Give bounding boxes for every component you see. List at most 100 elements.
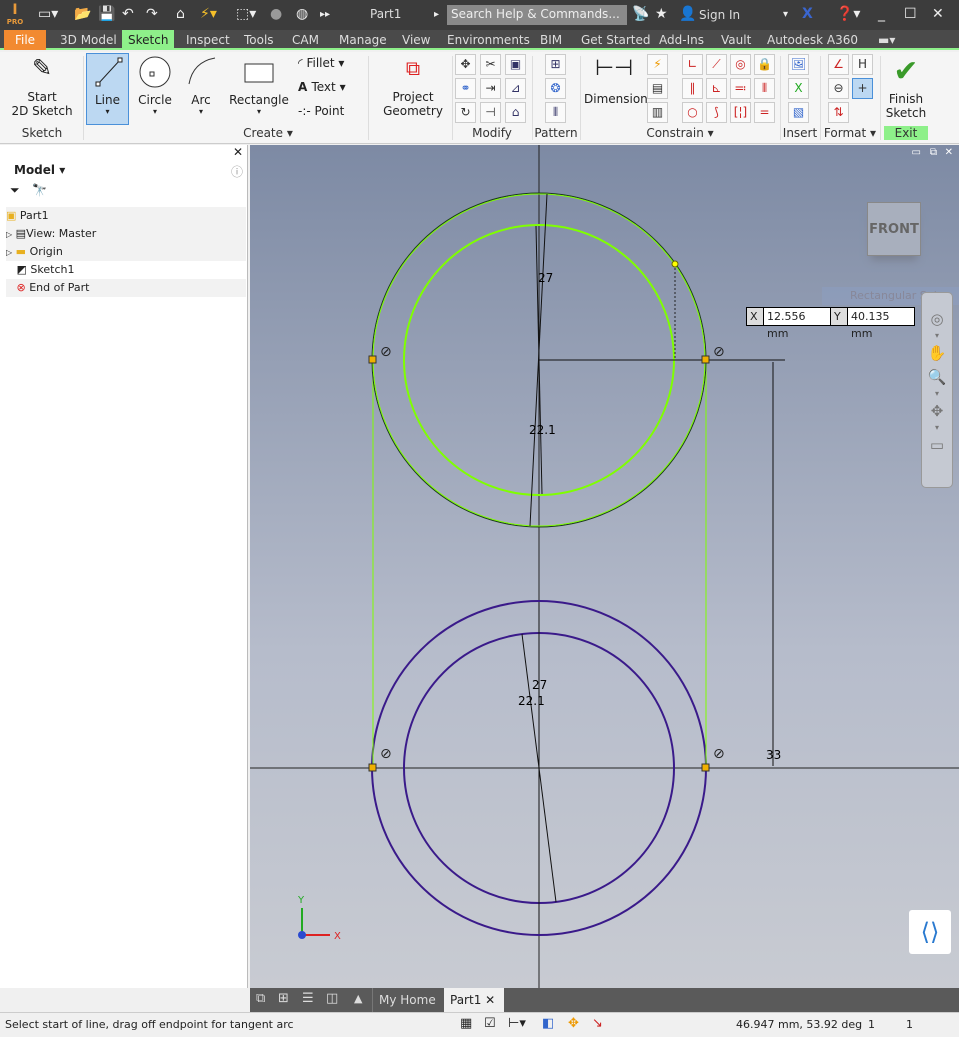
steering-wheel-icon[interactable]: ◎ xyxy=(922,307,952,331)
sign-in-dropdown-icon[interactable]: ▾ xyxy=(783,9,788,20)
maximize-icon[interactable]: ☐ xyxy=(904,6,917,22)
communication-icon[interactable]: 📡 xyxy=(632,6,649,22)
autodesk-app-store-icon[interactable]: X xyxy=(802,6,813,22)
orbit-icon[interactable]: ✥ xyxy=(922,399,952,423)
acad-icon[interactable]: ▧ xyxy=(788,102,809,123)
zoom-icon[interactable]: 🔍 xyxy=(922,365,952,389)
user-icon[interactable]: 👤 xyxy=(679,6,696,22)
browser-title[interactable]: Model ▾ xyxy=(14,163,65,177)
text-button[interactable]: A Text ▾ xyxy=(298,80,346,94)
perpendicular-icon[interactable]: ⊾ xyxy=(706,78,727,99)
expand-arrow-icon[interactable]: ▸ xyxy=(434,9,439,20)
tree-item-origin[interactable]: ▷ ▬ Origin xyxy=(6,243,246,261)
horizontal-icon[interactable]: ≕ xyxy=(730,78,751,99)
slice-graphics-icon[interactable]: ◧ xyxy=(542,1016,554,1031)
equal-icon[interactable]: = xyxy=(754,102,775,123)
select-icon[interactable]: ⬚▾ xyxy=(236,6,256,22)
tab-inspect[interactable]: Inspect xyxy=(180,30,236,50)
mirror-icon[interactable]: ⫴ xyxy=(545,102,566,123)
dimension-button[interactable]: ⊢⊣ Dimension xyxy=(584,56,648,106)
point-button[interactable]: -:- Point xyxy=(298,104,344,118)
x-coordinate-input[interactable]: 12.556 mm xyxy=(763,307,831,340)
center-point-icon[interactable]: + xyxy=(852,78,873,99)
tab-view[interactable]: View xyxy=(396,30,436,50)
tab-environments[interactable]: Environments xyxy=(441,30,536,50)
filter-icon[interactable]: ⏷ xyxy=(10,183,20,198)
tree-item-end-of-part[interactable]: ⊗ End of Part xyxy=(6,279,246,297)
inference-icon[interactable]: ☑ xyxy=(484,1016,496,1031)
finish-sketch-button[interactable]: ✔ Finish Sketch xyxy=(884,54,928,120)
driven-dimension-icon[interactable]: H xyxy=(852,54,873,75)
dimension-input-icon[interactable]: ⊢▾ xyxy=(508,1016,526,1031)
degrees-of-freedom-icon[interactable]: ↘ xyxy=(592,1016,603,1031)
help-icon[interactable]: ⓘ xyxy=(231,163,243,180)
tile-icon[interactable]: ⊞ xyxy=(278,991,289,1006)
vertical-tile-icon[interactable]: ◫ xyxy=(326,991,338,1006)
vertical-icon[interactable]: ⦀ xyxy=(754,78,775,99)
tab-vault[interactable]: Vault xyxy=(715,30,757,50)
tab-3d-model[interactable]: 3D Model xyxy=(54,30,123,50)
show-format-icon[interactable]: ⇅ xyxy=(828,102,849,123)
undo-icon[interactable]: ↶ xyxy=(122,6,134,22)
ribbon-display-toggle[interactable]: ▬▾ xyxy=(872,30,901,50)
project-geometry-button[interactable]: ⧉ Project Geometry xyxy=(378,56,448,118)
circular-pattern-icon[interactable]: ❂ xyxy=(545,78,566,99)
tab-tools[interactable]: Tools xyxy=(238,30,280,50)
sign-in-button[interactable]: Sign In xyxy=(699,8,740,22)
tab-sketch[interactable]: Sketch xyxy=(122,30,175,50)
extend-icon[interactable]: ⇥ xyxy=(480,78,501,99)
tab-bim[interactable]: BIM xyxy=(534,30,568,50)
minimize-icon[interactable]: _ xyxy=(878,6,885,22)
new-icon[interactable]: ▭▾ xyxy=(38,6,58,22)
home-icon[interactable]: ⌂ xyxy=(176,6,185,22)
view-face-icon[interactable]: ▭ xyxy=(922,433,952,457)
image-icon[interactable]: 🖼 xyxy=(788,54,809,75)
rectangle-button[interactable]: Rectangle ▾ xyxy=(228,54,290,116)
y-coordinate-input[interactable]: 40.135 mm xyxy=(847,307,915,340)
tab-part1[interactable]: Part1 ✕ xyxy=(444,988,504,1012)
tree-item-part1[interactable]: ▣ Part1 xyxy=(6,207,246,225)
grid-snap-icon[interactable]: ▦ xyxy=(460,1016,472,1031)
arc-button[interactable]: Arc ▾ xyxy=(181,54,221,116)
split-icon[interactable]: ⊣ xyxy=(480,102,501,123)
auto-dimension-icon[interactable]: ⚡ xyxy=(647,54,668,75)
tree-item-view-master[interactable]: ▷ ▤View: Master xyxy=(6,225,246,243)
symmetric-icon[interactable]: [¦] xyxy=(730,102,751,123)
smooth-icon[interactable]: ⟆ xyxy=(706,102,727,123)
constraint-settings-icon[interactable]: ▥ xyxy=(647,102,668,123)
copy-icon[interactable]: ⚭ xyxy=(455,78,476,99)
material-icon[interactable]: ● xyxy=(270,6,282,22)
scale-icon[interactable]: ⌂ xyxy=(505,102,526,123)
concentric-icon[interactable]: ◎ xyxy=(730,54,751,75)
tree-item-sketch1[interactable]: ◩ Sketch1 xyxy=(6,261,246,279)
share-button[interactable]: ⟨⟩ xyxy=(909,910,951,954)
rotate-icon[interactable]: ↻ xyxy=(455,102,476,123)
browser-close-icon[interactable]: ✕ xyxy=(233,145,243,159)
offset-icon[interactable]: ▣ xyxy=(505,54,526,75)
coincident-icon[interactable]: ∟ xyxy=(682,54,703,75)
arrange-up-icon[interactable]: ▲ xyxy=(354,992,362,1005)
open-icon[interactable]: 📂 xyxy=(74,6,91,22)
favorites-icon[interactable]: ★ xyxy=(655,6,668,22)
close-icon[interactable]: ✕ xyxy=(932,6,944,22)
viewcube[interactable]: FRONT xyxy=(867,202,921,256)
pan-icon[interactable]: ✋ xyxy=(922,341,952,365)
search-input[interactable]: Search Help & Commands... xyxy=(447,5,627,25)
start-2d-sketch-button[interactable]: ✎ Start 2D Sketch xyxy=(8,54,76,118)
fillet-button[interactable]: ◜ Fillet ▾ xyxy=(298,56,344,70)
save-icon[interactable]: 💾 xyxy=(98,6,115,22)
tab-file[interactable]: File xyxy=(4,30,46,50)
fix-icon[interactable]: 🔒 xyxy=(754,54,775,75)
graphics-window[interactable]: ▭ ⧉ ✕ 27 22.1 27 22.1 33 ⊘ ⊘ ⊘ ⊘ Y X FRO… xyxy=(250,145,959,988)
parallel-icon[interactable]: ∥ xyxy=(682,78,703,99)
tab-autodesk-a360[interactable]: Autodesk A360 xyxy=(761,30,864,50)
move-icon[interactable]: ✥ xyxy=(455,54,476,75)
tab-add-ins[interactable]: Add-Ins xyxy=(653,30,710,50)
update-icon[interactable]: ⚡▾ xyxy=(200,6,217,22)
tab-my-home[interactable]: My Home xyxy=(372,988,442,1012)
tangent-icon[interactable]: ○ xyxy=(682,102,703,123)
app-logo[interactable]: I PRO xyxy=(6,2,24,28)
trim-icon[interactable]: ✂ xyxy=(480,54,501,75)
rectangular-pattern-icon[interactable]: ⊞ xyxy=(545,54,566,75)
cascade-icon[interactable]: ⧉ xyxy=(256,991,265,1006)
